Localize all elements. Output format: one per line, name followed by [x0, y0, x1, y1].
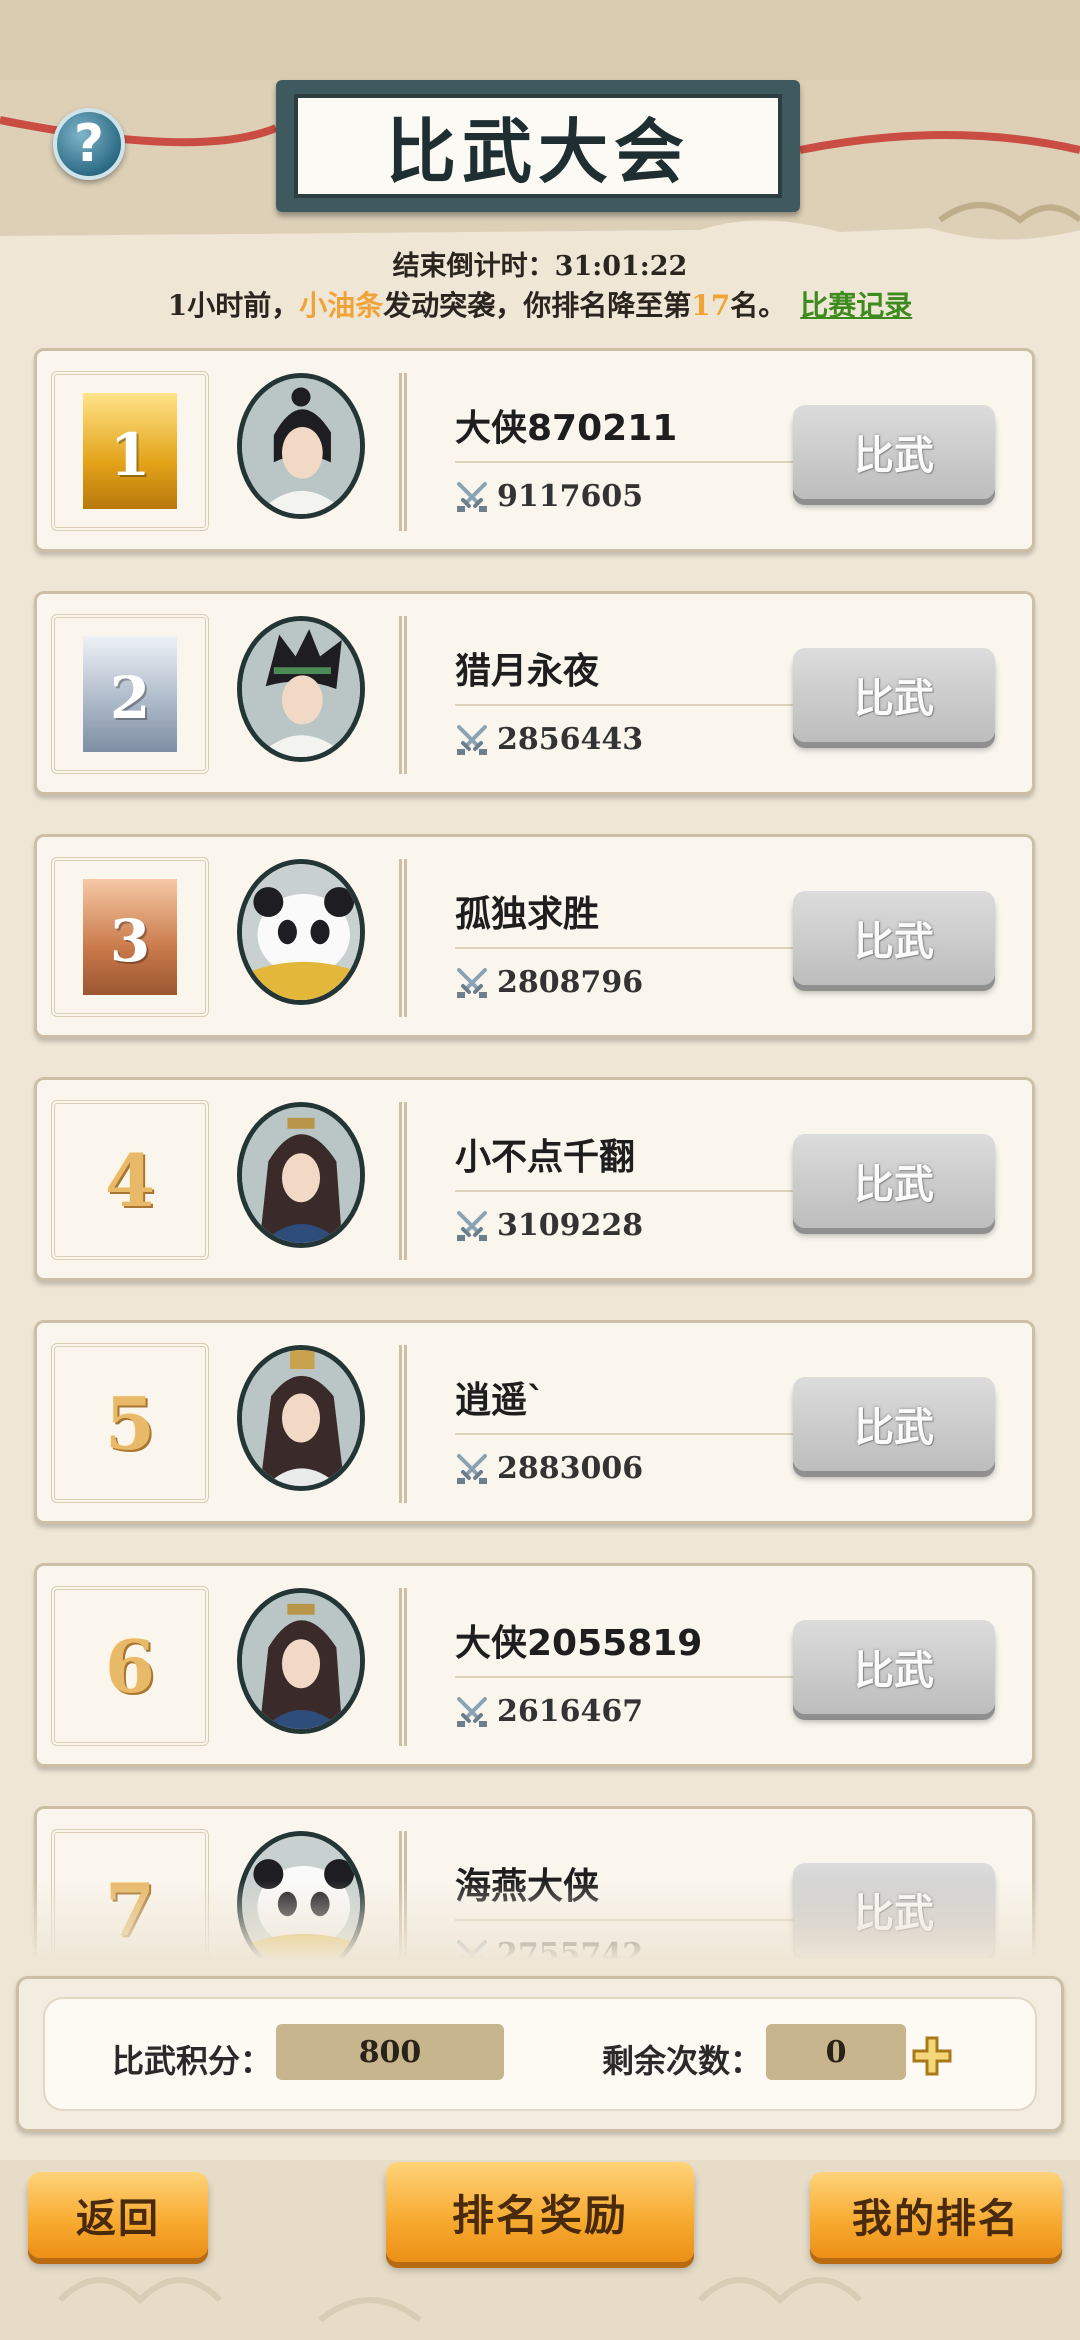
battle-notice: 1小时前，小油条发动突袭，你排名降至第17名。 比赛记录	[0, 284, 1080, 324]
combat-power-value: 3109228	[497, 1208, 644, 1243]
ranking-card: 1 大侠870211 9117605 比武	[34, 348, 1035, 552]
combat-power-value: 2808796	[497, 965, 644, 1000]
points-label: 比武积分：	[112, 2042, 273, 2080]
avatar[interactable]	[237, 1345, 365, 1491]
countdown-value: 31:01:22	[554, 251, 688, 282]
swords-icon	[457, 481, 487, 512]
remaining-value: 0	[766, 2024, 906, 2080]
ranking-card: 4 小不点千翻 3109228 比武	[34, 1077, 1035, 1281]
help-button[interactable]: ?	[53, 108, 125, 180]
title-plate: 比武大会	[276, 80, 800, 212]
combat-power-value: 9117605	[497, 479, 644, 514]
rank-box: 5	[51, 1343, 209, 1503]
player-name: 猎月永夜	[455, 651, 600, 692]
fight-button[interactable]: 比武	[793, 1134, 995, 1228]
combat-power-value: 2616467	[497, 1694, 644, 1729]
combat-power-value: 2883006	[497, 1451, 644, 1486]
countdown-label: 结束倒计时：	[392, 251, 555, 282]
combat-power: 2856443	[455, 722, 643, 757]
combat-power: 2883006	[455, 1451, 643, 1486]
avatar[interactable]	[237, 1102, 365, 1248]
ranking-list[interactable]: 1 大侠870211 9117605 比武 2 猎月永夜 2856443 比武 3 孤独求胜 280…	[0, 340, 1080, 1958]
avatar[interactable]	[237, 616, 365, 762]
notice-time: 1小时前，	[167, 289, 300, 322]
rank-box: 1	[51, 371, 209, 531]
rank-box: 6	[51, 1586, 209, 1746]
combat-power: 2808796	[455, 965, 643, 1000]
player-name: 逍遥`	[455, 1380, 546, 1421]
combat-power: 2616467	[455, 1694, 643, 1729]
page-title: 比武大会	[386, 110, 690, 193]
add-attempts-plus-icon[interactable]	[912, 2036, 952, 2076]
fight-button[interactable]: 比武	[793, 1620, 995, 1714]
combat-power: 3109228	[455, 1208, 643, 1243]
question-icon: ?	[73, 114, 105, 174]
fight-button[interactable]: 比武	[793, 405, 995, 499]
avatar[interactable]	[237, 373, 365, 519]
countdown: 结束倒计时：31:01:22	[0, 244, 1080, 283]
rank-box: 4	[51, 1100, 209, 1260]
rank-box: 2	[51, 614, 209, 774]
swords-icon	[457, 1453, 487, 1484]
list-fade	[0, 1880, 1080, 1958]
rank-badge-icon: 2	[83, 636, 177, 752]
player-name: 大侠2055819	[455, 1623, 703, 1664]
ranking-card: 2 猎月永夜 2856443 比武	[34, 591, 1035, 795]
rank-rewards-button[interactable]: 排名奖励	[386, 2162, 694, 2262]
swords-icon	[457, 724, 487, 755]
rank-badge-icon: 1	[83, 393, 177, 509]
combat-power: 9117605	[455, 479, 643, 514]
remaining-label: 剩余次数：	[602, 2042, 763, 2080]
rank-number: 5	[104, 1380, 156, 1466]
ranking-card: 3 孤独求胜 2808796 比武	[34, 834, 1035, 1038]
player-name: 小不点千翻	[455, 1137, 636, 1178]
avatar[interactable]	[237, 1588, 365, 1734]
player-name: 大侠870211	[455, 408, 678, 449]
notice-suffix: 名。	[730, 289, 787, 322]
notice-action: 发动突袭，你排名降至第	[383, 289, 692, 322]
rank-number: 4	[104, 1137, 156, 1223]
rank-badge-icon: 3	[83, 879, 177, 995]
fight-button[interactable]: 比武	[793, 891, 995, 985]
fight-button[interactable]: 比武	[793, 648, 995, 742]
rank-number: 6	[104, 1623, 156, 1709]
player-name: 孤独求胜	[455, 894, 600, 935]
notice-rank: 17	[691, 289, 731, 322]
swords-icon	[457, 1210, 487, 1241]
rank-box: 3	[51, 857, 209, 1017]
match-record-link[interactable]: 比赛记录	[800, 289, 912, 322]
combat-power-value: 2856443	[497, 722, 644, 757]
back-button[interactable]: 返回	[28, 2172, 208, 2258]
swords-icon	[457, 967, 487, 998]
swords-icon	[457, 1696, 487, 1727]
points-value: 800	[276, 2024, 504, 2080]
my-rank-button[interactable]: 我的排名	[810, 2172, 1062, 2258]
ranking-card: 6 大侠2055819 2616467 比武	[34, 1563, 1035, 1767]
ranking-card: 5 逍遥` 2883006 比武	[34, 1320, 1035, 1524]
fight-button[interactable]: 比武	[793, 1377, 995, 1471]
avatar[interactable]	[237, 859, 365, 1005]
attacker-name: 小油条	[299, 289, 384, 322]
